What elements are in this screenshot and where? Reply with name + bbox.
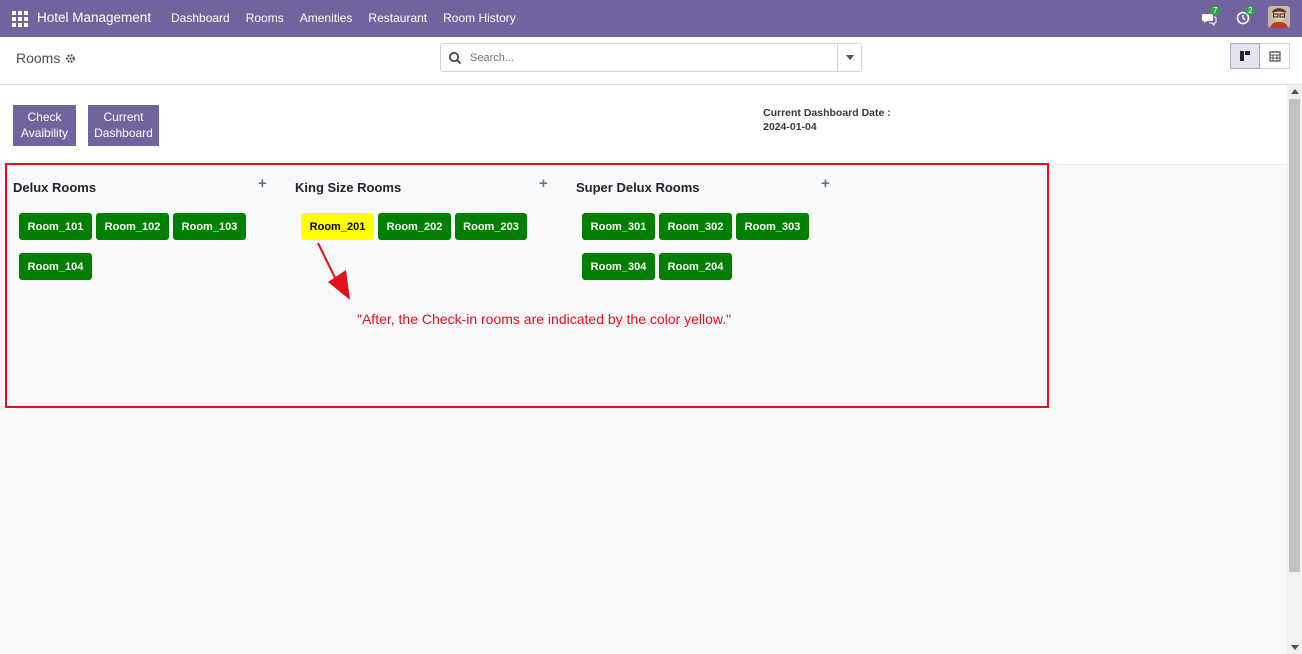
control-panel: Rooms: [0, 37, 1302, 85]
scroll-up-arrow[interactable]: [1291, 89, 1299, 94]
room-card-304[interactable]: Room_304: [582, 253, 655, 280]
caret-down-icon: [845, 55, 854, 60]
menu-item-rooms[interactable]: Rooms: [246, 11, 284, 25]
main-menu: Dashboard Rooms Amenities Restaurant Roo…: [171, 11, 532, 25]
user-avatar[interactable]: [1268, 6, 1290, 28]
room-card-201-checked-in[interactable]: Room_201: [301, 213, 374, 240]
gear-icon[interactable]: [65, 53, 76, 64]
kanban-icon: [1240, 51, 1250, 61]
add-room-king-size-icon[interactable]: +: [539, 176, 551, 191]
annotation-text: "After, the Check-in rooms are indicated…: [357, 311, 732, 327]
dashboard-date-label: Current Dashboard Date :: [763, 107, 891, 119]
add-room-super-delux-icon[interactable]: +: [821, 176, 833, 191]
activities-badge: 2: [1245, 6, 1256, 15]
column-title-king-size: King Size Rooms: [295, 180, 402, 195]
column-title-delux: Delux Rooms: [13, 180, 97, 195]
dashboard-date-value: 2024-01-04: [763, 121, 817, 133]
highlight-frame: [5, 163, 1049, 408]
room-card-203[interactable]: Room_203: [455, 213, 527, 240]
search-icon: [449, 51, 462, 64]
scroll-thumb[interactable]: [1289, 99, 1300, 572]
calendar-view-button[interactable]: [1260, 43, 1290, 69]
avatar-image: [1268, 6, 1290, 28]
menu-item-room-history[interactable]: Room History: [443, 11, 516, 25]
systray: 7 2: [1186, 6, 1290, 28]
room-card-103[interactable]: Room_103: [173, 213, 246, 240]
calendar-icon: [1268, 51, 1281, 62]
room-card-303[interactable]: Room_303: [736, 213, 809, 240]
top-navbar: Hotel Management Dashboard Rooms Ameniti…: [0, 0, 1302, 37]
view-switcher: [1230, 43, 1290, 69]
room-card-302[interactable]: Room_302: [659, 213, 732, 240]
scroll-down-arrow[interactable]: [1291, 645, 1299, 650]
apps-grid-icon[interactable]: [12, 11, 28, 27]
room-card-101[interactable]: Room_101: [19, 213, 92, 240]
menu-item-dashboard[interactable]: Dashboard: [171, 11, 230, 25]
search-box: [440, 43, 862, 72]
current-dashboard-button[interactable]: Current Dashboard: [88, 105, 159, 146]
room-card-104[interactable]: Room_104: [19, 253, 92, 280]
page-title: Rooms: [16, 50, 61, 66]
messages-badge: 7: [1210, 6, 1221, 15]
room-card-102[interactable]: Room_102: [96, 213, 169, 240]
column-title-super-delux: Super Delux Rooms: [576, 180, 700, 195]
kanban-view-button[interactable]: [1230, 43, 1260, 69]
dashboard-header: Check Avaibility Current Dashboard Curre…: [0, 85, 1287, 165]
menu-item-restaurant[interactable]: Restaurant: [368, 11, 427, 25]
annotation-arrow: [317, 242, 350, 300]
add-room-delux-icon[interactable]: +: [258, 176, 270, 191]
room-card-202[interactable]: Room_202: [378, 213, 451, 240]
search-options-toggle[interactable]: [837, 44, 861, 71]
vertical-scrollbar[interactable]: [1287, 85, 1302, 654]
search-input[interactable]: [470, 51, 830, 64]
activities-button[interactable]: 2: [1236, 6, 1256, 27]
room-card-301[interactable]: Room_301: [582, 213, 655, 240]
breadcrumb: Rooms: [16, 50, 76, 66]
room-card-204[interactable]: Room_204: [659, 253, 732, 280]
app-brand[interactable]: Hotel Management: [37, 10, 151, 25]
menu-item-amenities[interactable]: Amenities: [300, 11, 353, 25]
dashboard-date: Current Dashboard Date : 2024-01-04: [763, 106, 891, 134]
check-availability-button[interactable]: Check Avaibility: [13, 105, 76, 146]
messages-button[interactable]: 7: [1201, 6, 1221, 27]
